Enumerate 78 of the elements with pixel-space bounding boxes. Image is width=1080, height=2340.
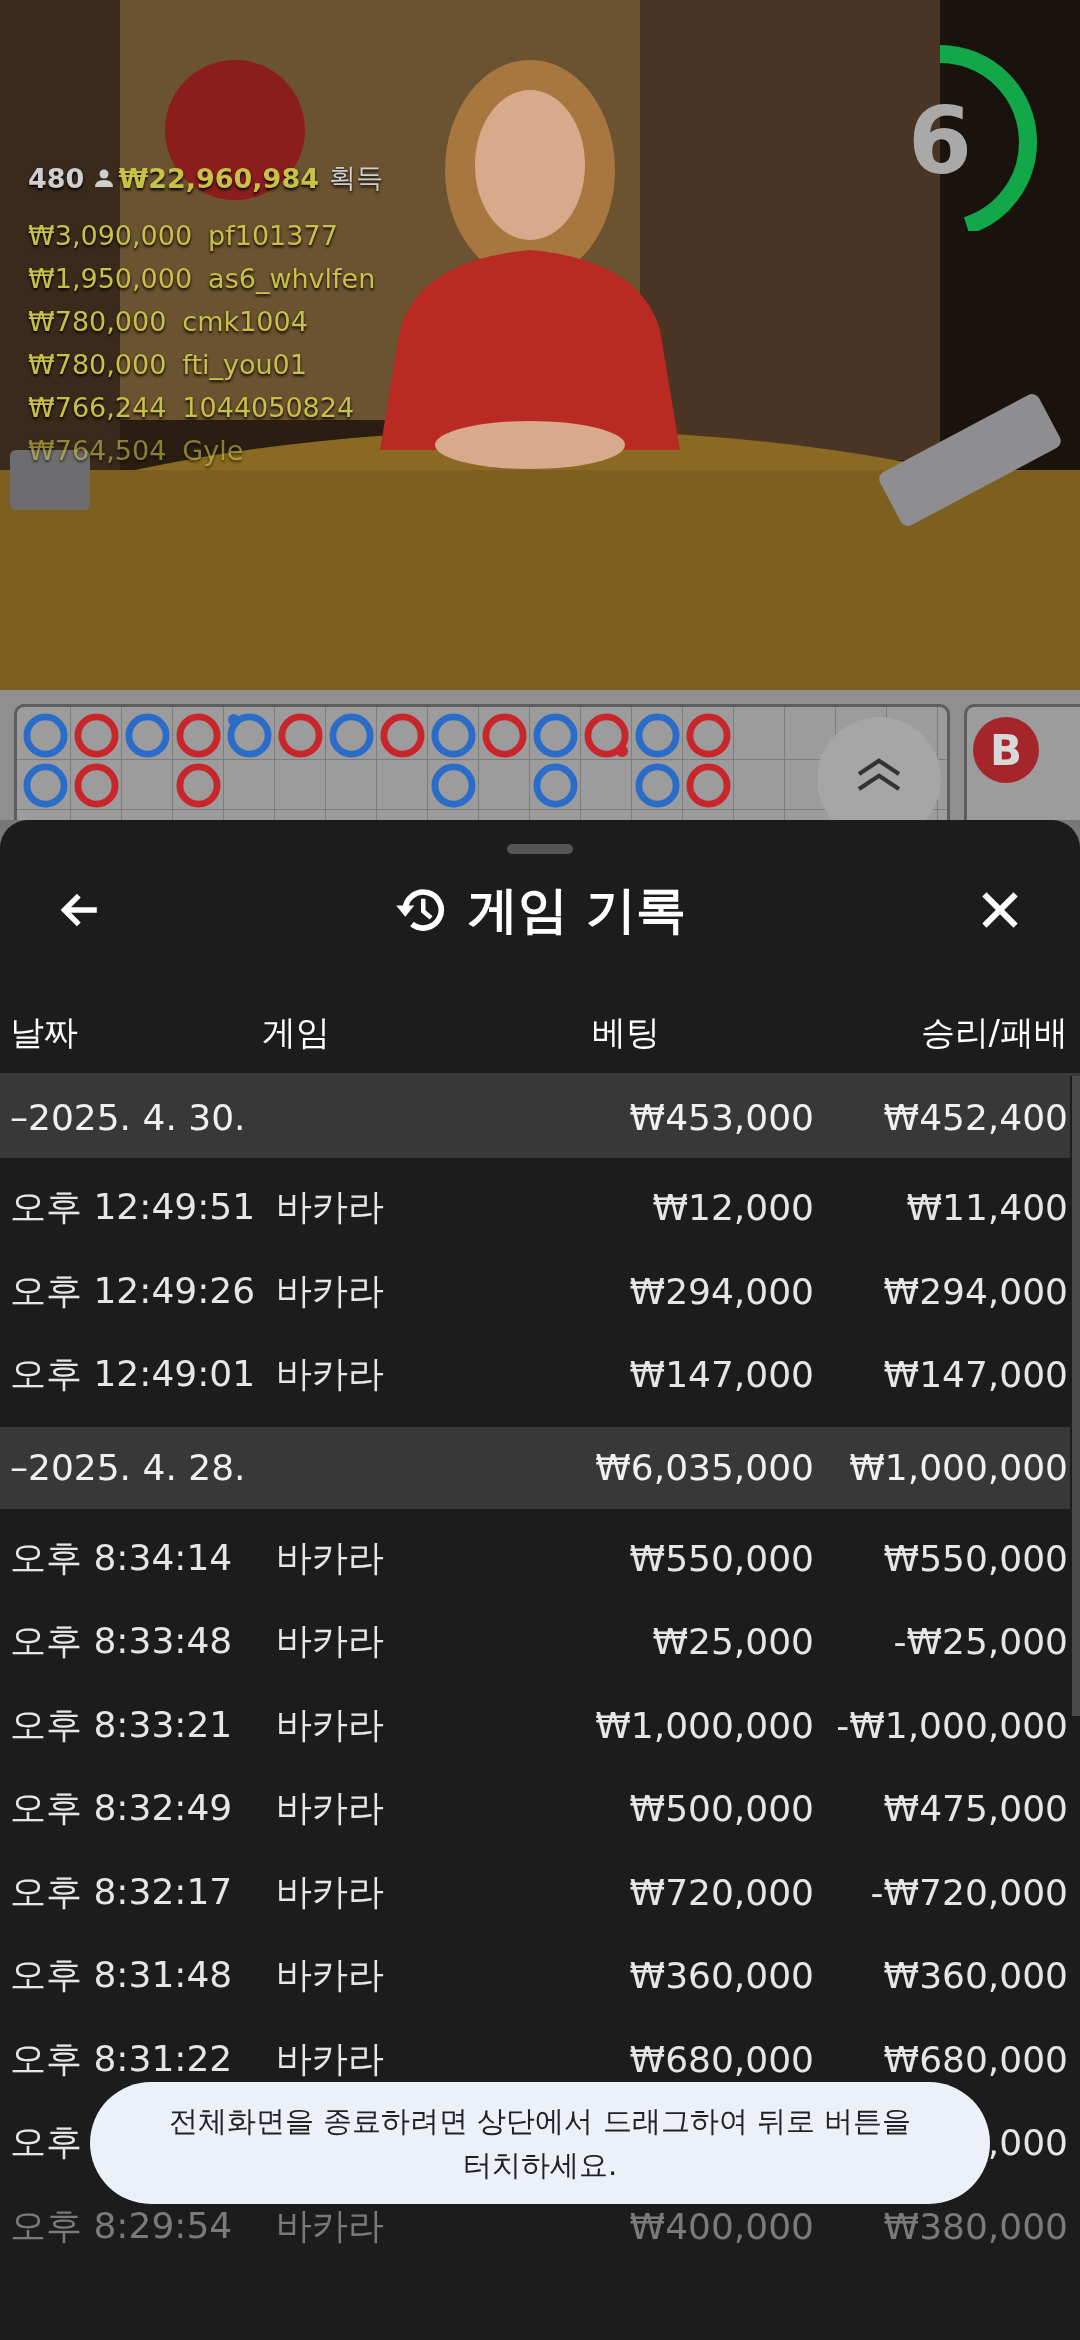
game-cell-text: 바카라 bbox=[276, 1535, 384, 1580]
time-cell-text: 오후 bbox=[10, 2120, 82, 2165]
banker-marker: B bbox=[973, 717, 1039, 783]
game-cell-text: 바카라 bbox=[276, 1786, 384, 1831]
result-cell: ₩360,000 bbox=[883, 1955, 1068, 1997]
time-cell-text: 오후 12:49:51 bbox=[10, 1185, 256, 1230]
result-cell: ₩380,000 bbox=[883, 2205, 1068, 2247]
winner-amount: ₩780,000 bbox=[28, 306, 167, 337]
game-cell-text: 바카라 bbox=[276, 1619, 384, 1664]
result-cell: -₩720,000 bbox=[870, 1871, 1068, 1913]
bet-cell: ₩720,000 bbox=[629, 1871, 814, 1913]
winner-amount: ₩764,504 bbox=[28, 435, 167, 466]
time-cell-text: 오후 8:33:48 bbox=[10, 1619, 233, 1664]
drag-handle[interactable] bbox=[507, 844, 573, 854]
time-cell-text: 오후 8:31:48 bbox=[10, 1953, 233, 1998]
time-cell-text: 오후 8:33:21 bbox=[10, 1702, 233, 1747]
date-group-row[interactable]: –2025. 4. 30. ₩453,000 ₩452,400 bbox=[0, 1076, 1070, 1158]
result-cell: ,000 bbox=[987, 2122, 1068, 2164]
sheet-title: 게임 기록 bbox=[468, 879, 686, 941]
winner-amount: ₩3,090,000 bbox=[28, 220, 193, 251]
winner-amount: ₩766,244 bbox=[28, 392, 167, 423]
bet-cell: ₩360,000 bbox=[629, 1955, 814, 1997]
game-cell-text: 바카라 bbox=[276, 2203, 384, 2248]
time-cell-text: 오후 12:49:26 bbox=[10, 1268, 256, 1313]
column-header: 베팅 bbox=[592, 1010, 660, 1054]
time-cell-text: 오후 8:31:22 bbox=[10, 2036, 233, 2081]
result-cell: ₩550,000 bbox=[883, 1537, 1068, 1579]
column-header: 승리/패배 bbox=[920, 1010, 1068, 1054]
bet-cell: ₩680,000 bbox=[629, 2038, 814, 2080]
group-date: –2025. 4. 28. bbox=[10, 1447, 246, 1488]
player-count: 480 bbox=[28, 162, 85, 194]
bet-cell: ₩294,000 bbox=[629, 1270, 814, 1312]
group-result-total: ₩1,000,000 bbox=[849, 1447, 1068, 1488]
winner-name: pf101377 bbox=[208, 220, 338, 251]
winner-name: as6_whvlfen bbox=[208, 263, 376, 294]
winner-name: cmk1004 bbox=[182, 306, 308, 337]
total-winnings: ₩22,960,984 bbox=[118, 162, 319, 194]
time-cell-text: 오후 12:49:01 bbox=[10, 1352, 256, 1397]
winner-amount: ₩780,000 bbox=[28, 349, 167, 380]
time-cell-text: 오후 8:29:54 bbox=[10, 2203, 233, 2248]
fullscreen-hint-toast: 전체화면을 종료하려면 상단에서 드래그하여 뒤로 버튼을 터치하세요. bbox=[90, 2082, 990, 2204]
result-cell: ₩680,000 bbox=[883, 2038, 1068, 2080]
winner-amount: ₩1,950,000 bbox=[28, 263, 193, 294]
game-cell-text: 바카라 bbox=[276, 2036, 384, 2081]
date-group-row[interactable]: –2025. 4. 28. ₩6,035,000 ₩1,000,000 bbox=[0, 1426, 1070, 1509]
game-cell-text: 바카라 bbox=[276, 1869, 384, 1914]
group-bet-total: ₩453,000 bbox=[629, 1096, 814, 1138]
bet-cell: ₩550,000 bbox=[629, 1537, 814, 1579]
result-cell: ₩147,000 bbox=[883, 1354, 1068, 1396]
column-header: 게임 bbox=[262, 1010, 330, 1054]
group-result-total: ₩452,400 bbox=[883, 1096, 1068, 1138]
result-cell: ₩11,400 bbox=[906, 1187, 1068, 1229]
winnings-label: 획득 bbox=[328, 161, 383, 195]
game-cell-text: 바카라 bbox=[276, 1352, 384, 1397]
time-cell-text: 오후 8:34:14 bbox=[10, 1535, 233, 1580]
result-cell: -₩25,000 bbox=[893, 1621, 1068, 1663]
time-cell-text: 오후 8:32:17 bbox=[10, 1869, 233, 1914]
person-icon bbox=[94, 168, 115, 188]
group-date: –2025. 4. 30. bbox=[10, 1096, 246, 1138]
bet-cell: ₩400,000 bbox=[629, 2205, 814, 2247]
result-cell: -₩1,000,000 bbox=[836, 1704, 1068, 1746]
game-cell-text: 바카라 bbox=[276, 1185, 384, 1230]
bet-cell: ₩1,000,000 bbox=[595, 1704, 814, 1746]
game-cell-text: 바카라 bbox=[276, 1953, 384, 1998]
bet-cell: ₩12,000 bbox=[652, 1187, 814, 1229]
column-header: 날짜 bbox=[10, 1010, 78, 1054]
bet-cell: ₩25,000 bbox=[652, 1621, 814, 1663]
bet-cell: ₩147,000 bbox=[629, 1354, 814, 1396]
result-cell: ₩294,000 bbox=[883, 1270, 1068, 1312]
group-bet-total: ₩6,035,000 bbox=[595, 1447, 814, 1488]
time-cell-text: 오후 8:32:49 bbox=[10, 1786, 233, 1831]
winner-name: 1044050824 bbox=[182, 392, 355, 423]
game-cell-text: 바카라 bbox=[276, 1268, 384, 1313]
bet-cell: ₩500,000 bbox=[629, 1788, 814, 1830]
winner-name: fti_you01 bbox=[182, 349, 307, 380]
result-cell: ₩475,000 bbox=[883, 1788, 1068, 1830]
countdown-number: 6 bbox=[907, 87, 973, 197]
game-cell-text: 바카라 bbox=[276, 1702, 384, 1747]
